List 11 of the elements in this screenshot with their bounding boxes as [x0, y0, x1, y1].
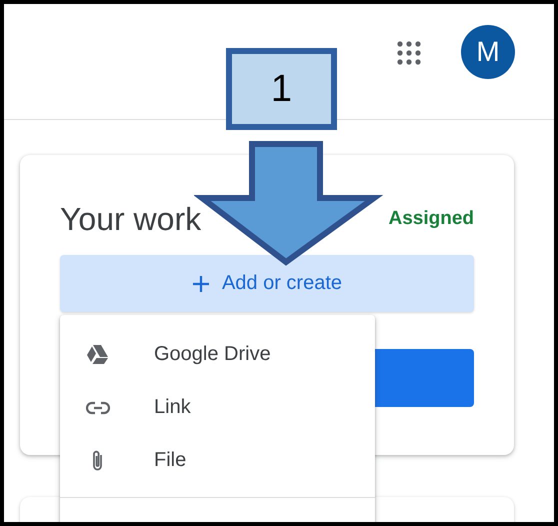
card-title: Your work [60, 200, 202, 238]
plus-icon [192, 274, 210, 292]
menu-item[interactable]: File [60, 434, 375, 487]
apps-icon[interactable] [397, 40, 421, 64]
step-number-callout: 1 [226, 48, 337, 130]
account-avatar[interactable]: M [461, 24, 515, 78]
status-label: Assigned [388, 208, 474, 230]
drive-icon [86, 342, 110, 366]
add-or-create-button[interactable]: Add or create [60, 255, 474, 312]
menu-item[interactable]: Link [60, 381, 375, 434]
menu-item[interactable]: Google Drive [60, 328, 375, 381]
